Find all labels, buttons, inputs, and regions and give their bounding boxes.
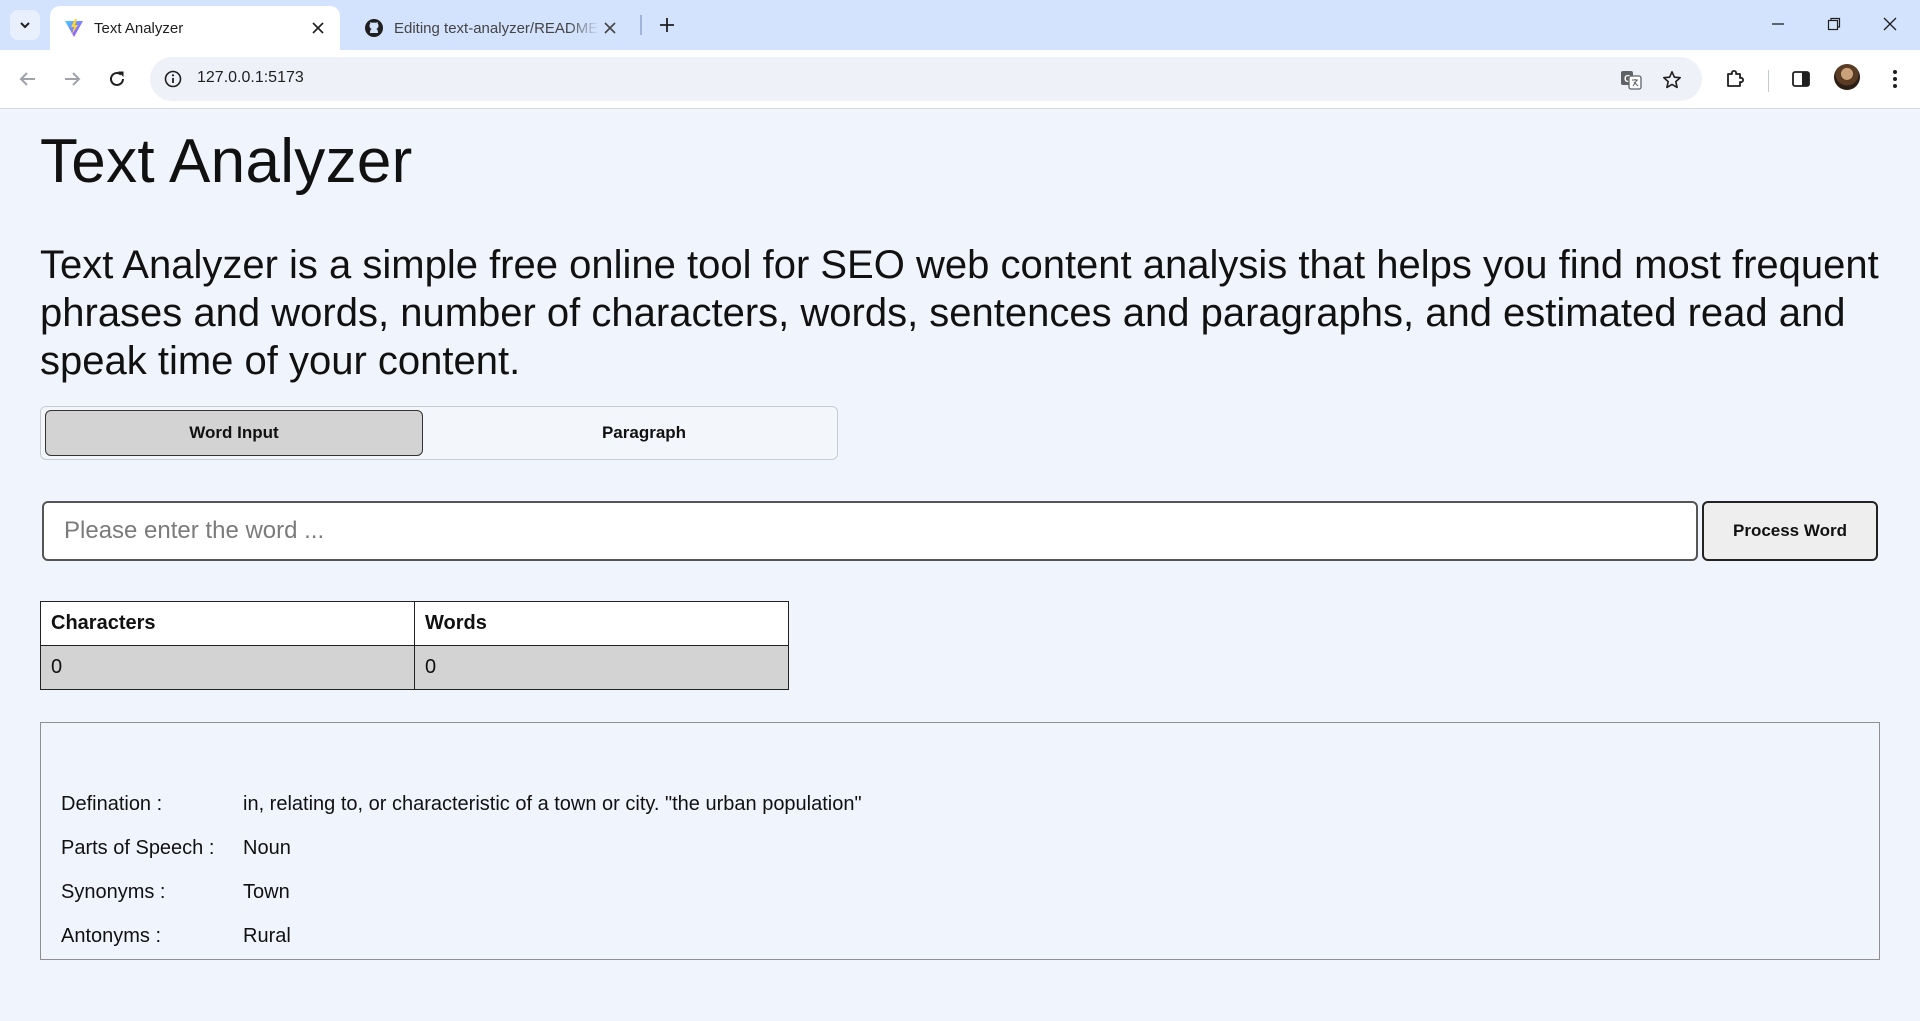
reload-button[interactable] xyxy=(101,63,133,95)
profile-avatar[interactable] xyxy=(1834,64,1860,90)
toolbar-divider xyxy=(1768,70,1769,92)
tab-paragraph[interactable]: Paragraph xyxy=(455,410,833,456)
input-mode-tabs: Word Input Paragraph xyxy=(40,406,838,460)
browser-toolbar: 127.0.0.1:5173 G xyxy=(0,50,1920,109)
bookmark-star-icon[interactable] xyxy=(1659,67,1685,93)
browser-tab-text-analyzer[interactable]: Text Analyzer xyxy=(50,6,340,50)
github-icon xyxy=(364,18,384,38)
table-row: 0 0 xyxy=(40,645,789,690)
characters-header: Characters xyxy=(40,601,415,646)
close-window-button[interactable] xyxy=(1862,0,1918,48)
back-button[interactable] xyxy=(12,63,44,95)
parts-of-speech-value: Noun xyxy=(243,837,291,859)
restore-icon xyxy=(1827,17,1841,31)
definition-row: Defination : in, relating to, or charact… xyxy=(61,793,862,816)
tab-separator xyxy=(640,15,642,35)
address-bar[interactable]: 127.0.0.1:5173 G xyxy=(150,57,1702,101)
synonyms-row: Synonyms : Town xyxy=(61,881,290,904)
close-tab-icon[interactable] xyxy=(600,18,620,38)
translate-icon[interactable]: G xyxy=(1618,67,1644,93)
characters-count: 0 xyxy=(40,645,415,690)
reload-icon xyxy=(110,71,124,86)
arrow-left-icon xyxy=(19,72,35,86)
antonyms-value: Rural xyxy=(243,925,291,947)
antonyms-label: Antonyms : xyxy=(61,925,162,947)
tab-search-button[interactable] xyxy=(10,10,40,40)
words-header: Words xyxy=(414,601,789,646)
tab-title: Editing text-analyzer/README.md xyxy=(394,19,599,37)
plus-icon xyxy=(660,18,674,32)
minimize-icon xyxy=(1772,23,1784,25)
tab-word-input[interactable]: Word Input xyxy=(45,410,423,456)
puzzle-icon xyxy=(1727,70,1744,87)
word-input[interactable] xyxy=(42,501,1698,561)
parts-of-speech-label: Parts of Speech : xyxy=(61,837,215,859)
extensions-button[interactable] xyxy=(1720,64,1750,94)
arrow-right-icon xyxy=(65,72,81,86)
minimize-button[interactable] xyxy=(1750,0,1806,48)
stats-table: Characters Words 0 0 xyxy=(40,601,789,690)
page-description: Text Analyzer is a simple free online to… xyxy=(40,243,1879,383)
synonyms-value: Town xyxy=(243,881,290,903)
close-tab-icon[interactable] xyxy=(308,18,328,38)
new-tab-button[interactable] xyxy=(652,10,682,40)
browser-menu-button[interactable] xyxy=(1880,64,1910,94)
side-panel-icon xyxy=(1792,71,1810,87)
close-icon xyxy=(1883,17,1897,31)
words-count: 0 xyxy=(414,645,789,690)
table-header-row: Characters Words xyxy=(40,601,789,646)
page-title: Text Analyzer xyxy=(40,127,413,196)
url-text: 127.0.0.1:5173 xyxy=(197,69,304,86)
site-info-icon[interactable] xyxy=(162,68,184,90)
definition-value: in, relating to, or characteristic of a … xyxy=(243,793,862,815)
browser-tab-github-readme[interactable]: Editing text-analyzer/README.md xyxy=(350,6,632,50)
restore-button[interactable] xyxy=(1806,0,1862,48)
forward-button[interactable] xyxy=(56,63,88,95)
more-vert-icon xyxy=(1893,70,1897,88)
chevron-down-icon xyxy=(20,22,30,29)
synonyms-label: Synonyms : xyxy=(61,881,166,903)
definition-label: Defination : xyxy=(61,793,163,815)
tab-title: Text Analyzer xyxy=(94,19,184,37)
browser-tab-strip: Text Analyzer Editing text-analyzer/READ… xyxy=(0,0,1920,50)
parts-of-speech-row: Parts of Speech : Noun xyxy=(61,837,291,860)
side-panel-button[interactable] xyxy=(1786,64,1816,94)
word-info-panel: Defination : in, relating to, or charact… xyxy=(40,722,1880,960)
antonyms-row: Antonyms : Rural xyxy=(61,925,291,948)
process-word-button[interactable]: Process Word xyxy=(1702,501,1878,561)
vite-logo-icon xyxy=(64,18,84,38)
